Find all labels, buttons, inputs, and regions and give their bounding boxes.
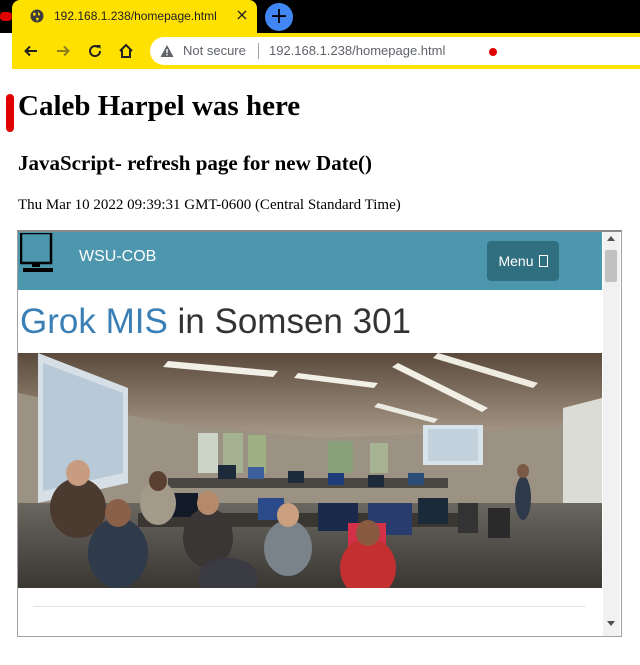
site-brand[interactable]: WSU-COB — [79, 248, 156, 266]
forward-button[interactable] — [51, 39, 75, 63]
reload-button[interactable] — [83, 39, 107, 63]
site-heading-highlight: Grok MIS — [20, 302, 168, 341]
warning-triangle-icon — [160, 45, 174, 57]
annotation-mark — [0, 12, 12, 21]
arrow-right-icon — [57, 45, 70, 57]
home-button[interactable] — [114, 39, 138, 63]
url-text[interactable]: 192.168.1.238/homepage.html — [269, 43, 445, 58]
back-button[interactable] — [19, 39, 43, 63]
divider — [33, 606, 586, 607]
tab-title: 192.168.1.238/homepage.html — [54, 9, 217, 23]
page-title: Caleb Harpel was here — [18, 90, 301, 122]
embedded-page: WSU-COB Menu Grok MIS in Somsen 301 — [18, 232, 602, 636]
browser-toolbar: Not secure 192.168.1.238/homepage.html — [12, 33, 640, 69]
scroll-up-icon[interactable] — [607, 236, 615, 241]
menu-icon — [538, 255, 548, 267]
scroll-down-icon[interactable] — [607, 621, 615, 626]
scrollbar-thumb[interactable] — [605, 250, 617, 282]
classroom-photo — [18, 353, 602, 588]
menu-label: Menu — [498, 253, 534, 269]
site-heading: Grok MIS in Somsen 301 — [20, 302, 411, 342]
globe-icon — [30, 9, 44, 23]
menu-button[interactable]: Menu — [487, 241, 559, 281]
browser-tab[interactable]: 192.168.1.238/homepage.html × — [12, 0, 257, 33]
close-icon[interactable]: × — [234, 7, 250, 23]
divider — [258, 43, 259, 59]
reload-icon — [89, 45, 102, 58]
annotation-mark — [6, 94, 14, 132]
date-output: Thu Mar 10 2022 09:39:31 GMT-0600 (Centr… — [18, 197, 401, 213]
site-heading-rest: in Somsen 301 — [167, 302, 412, 341]
embedded-frame[interactable]: WSU-COB Menu Grok MIS in Somsen 301 — [17, 230, 622, 637]
security-label[interactable]: Not secure — [183, 43, 246, 58]
page-subtitle: JavaScript- refresh page for new Date() — [18, 151, 373, 175]
annotation-mark — [489, 48, 497, 56]
monitor-icon — [20, 233, 53, 272]
arrow-left-icon — [24, 45, 37, 57]
address-bar[interactable]: Not secure 192.168.1.238/homepage.html — [150, 37, 640, 65]
scrollbar[interactable] — [603, 232, 620, 636]
new-tab-button[interactable]: + — [265, 3, 293, 31]
home-icon — [119, 43, 133, 58]
tab-strip: 192.168.1.238/homepage.html × + — [0, 0, 640, 33]
site-navbar: WSU-COB Menu — [18, 232, 602, 290]
